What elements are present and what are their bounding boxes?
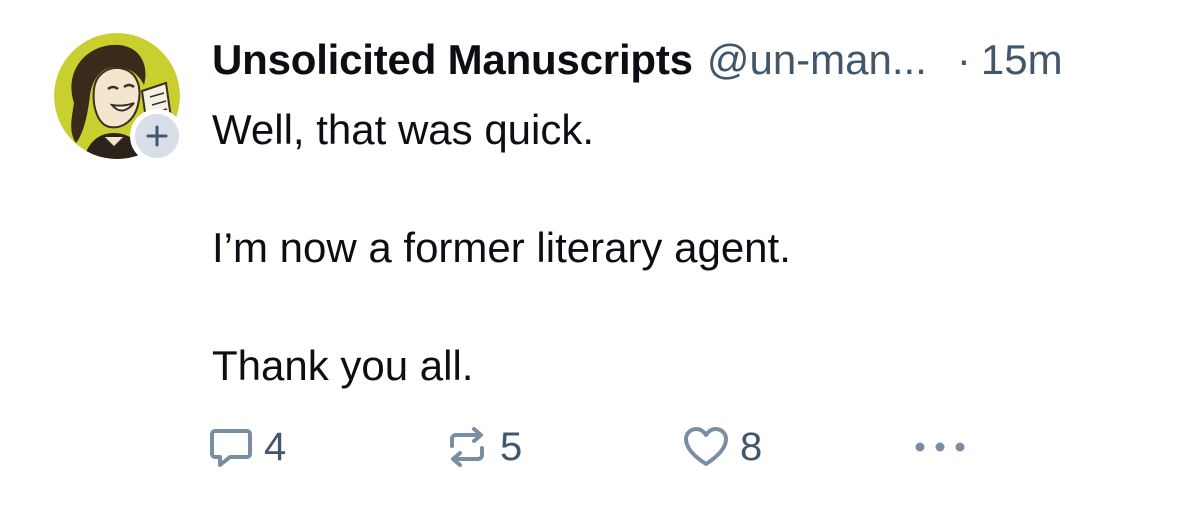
like-count: 8 — [740, 425, 763, 469]
post-text-line: Thank you all. — [212, 342, 474, 389]
repost-count: 5 — [500, 425, 523, 469]
separator-dot: · — [956, 36, 971, 83]
more-options-button[interactable] — [912, 420, 968, 474]
like-button[interactable]: 8 — [682, 420, 762, 474]
more-dots-icon — [915, 442, 965, 452]
author-display-name[interactable]: Unsolicited Manuscripts — [212, 30, 693, 90]
repost-icon — [450, 427, 484, 467]
follow-button[interactable] — [130, 109, 184, 163]
post-actions: 4 5 8 — [208, 420, 988, 474]
post-text-line: Well, that was quick. — [212, 106, 595, 153]
heart-icon — [684, 427, 728, 466]
post-text-line: I’m now a former literary agent. — [212, 224, 791, 271]
author-handle[interactable]: @un-man... — [707, 30, 927, 90]
repost-button[interactable]: 5 — [444, 420, 522, 474]
plus-icon — [146, 125, 168, 147]
reply-bubble-icon — [210, 429, 252, 467]
post-timestamp[interactable]: 15m — [981, 30, 1063, 90]
reply-button[interactable]: 4 — [208, 420, 286, 474]
post-text: Well, that was quick. I’m now a former l… — [212, 100, 1142, 396]
post-card[interactable]: Unsolicited Manuscripts @un-man... · 15m… — [0, 0, 1179, 508]
post-header: Unsolicited Manuscripts @un-man... · 15m — [212, 30, 1152, 90]
reply-count: 4 — [264, 425, 287, 469]
author-avatar-container[interactable] — [54, 33, 184, 163]
